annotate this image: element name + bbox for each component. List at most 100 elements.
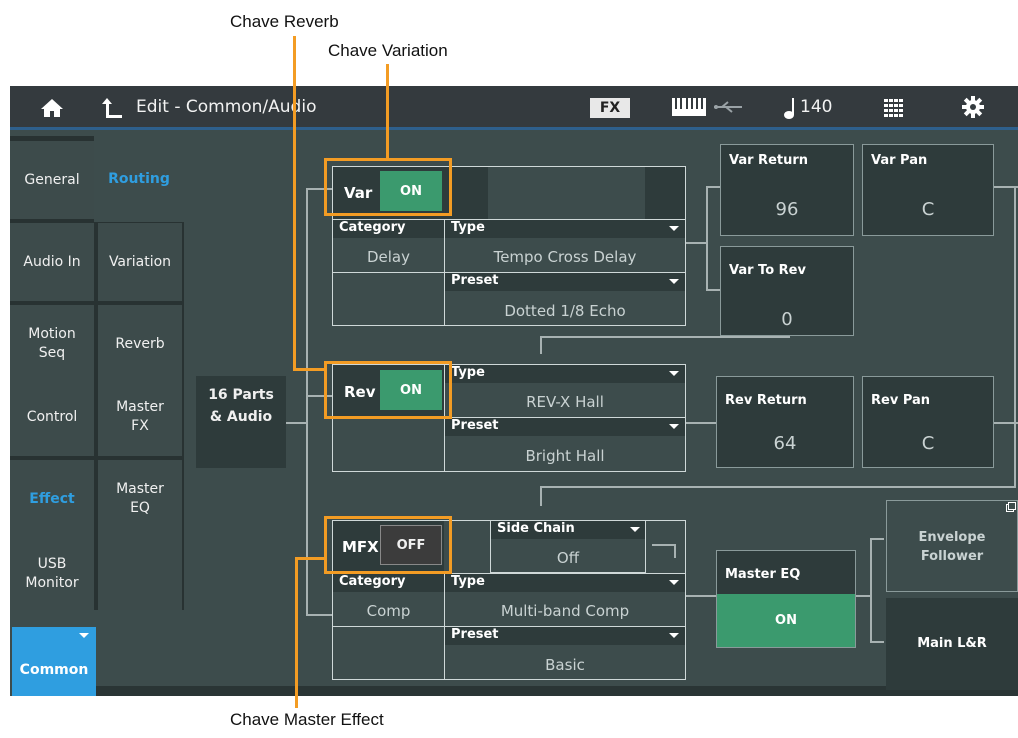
- side-chain-dropdown-icon: [630, 527, 640, 532]
- var-to-rev-panel[interactable]: Var To Rev 0: [720, 246, 854, 336]
- var-type-dropdown-icon: [669, 226, 679, 231]
- mfx-leader-line: [295, 557, 326, 560]
- var-type-header: Type: [445, 220, 685, 238]
- side-chain-header: Side Chain: [491, 521, 645, 539]
- tab-empty: [98, 538, 182, 610]
- tab-routing[interactable]: Routing: [94, 136, 184, 222]
- source-label: 16 Parts & Audio: [208, 387, 274, 425]
- mfx-leader-line: [295, 557, 298, 696]
- route-line: [686, 595, 716, 597]
- reverb-leader-line: [293, 36, 296, 86]
- mfx-category-value[interactable]: Comp: [333, 602, 444, 620]
- rev-preset-dropdown-icon: [669, 424, 679, 429]
- var-preset-dropdown-icon: [669, 279, 679, 284]
- tab-audio-in[interactable]: Audio In: [10, 223, 94, 301]
- usb-icon: [714, 101, 742, 113]
- route-line: [706, 289, 720, 291]
- callout-variation: Chave Variation: [328, 41, 448, 60]
- grid-icon[interactable]: [884, 99, 904, 117]
- mfx-preset-header: Preset: [445, 627, 685, 645]
- route-line: [870, 641, 884, 643]
- synth-screen: Edit - Common/Audio FX 140 General Audio…: [10, 86, 1018, 696]
- var-pan-panel[interactable]: Var Pan C: [862, 144, 994, 236]
- quarter-note-icon: [784, 98, 794, 119]
- tab-variation[interactable]: Variation: [98, 223, 182, 301]
- main-lr-label: Main L&R: [917, 636, 987, 651]
- route-line: [540, 336, 542, 354]
- keyboard-icon: [672, 98, 706, 116]
- var-pan-label: Var Pan: [871, 153, 928, 168]
- route-line: [870, 538, 884, 540]
- route-line: [686, 422, 716, 424]
- variation-leader-line: [386, 64, 389, 86]
- rev-preset-header: Preset: [445, 418, 685, 436]
- route-line: [540, 486, 542, 506]
- var-header-gap: [488, 167, 645, 219]
- route-line: [706, 186, 708, 290]
- tab-control[interactable]: Control: [10, 378, 94, 456]
- var-to-rev-label: Var To Rev: [729, 263, 806, 278]
- route-line: [686, 242, 706, 244]
- rev-type-dropdown-icon: [669, 371, 679, 376]
- route-line: [306, 188, 308, 616]
- rev-return-label: Rev Return: [725, 393, 807, 408]
- mfx-preset-value[interactable]: Basic: [445, 656, 685, 674]
- tab-reverb[interactable]: Reverb: [98, 305, 182, 383]
- var-pan-value: C: [921, 199, 935, 220]
- tempo-value[interactable]: 140: [800, 97, 832, 117]
- top-bar: Edit - Common/Audio FX 140: [10, 86, 1018, 130]
- route-line: [286, 422, 306, 424]
- var-category-header: Category: [333, 220, 444, 238]
- rev-highlight: [324, 361, 452, 419]
- gear-icon[interactable]: [962, 96, 984, 118]
- tab-master-fx[interactable]: Master FX: [98, 378, 182, 456]
- rev-pan-panel[interactable]: Rev Pan C: [862, 376, 994, 468]
- rev-preset-value[interactable]: Bright Hall: [445, 447, 685, 465]
- side-chain-value[interactable]: Off: [491, 549, 645, 567]
- mfx-preset-dropdown-icon: [669, 633, 679, 638]
- rev-return-value: 64: [773, 433, 797, 454]
- route-line: [706, 186, 720, 188]
- tab-master-eq[interactable]: Master EQ: [98, 460, 182, 538]
- tab-effect[interactable]: Effect: [10, 460, 94, 538]
- popup-icon: [1006, 502, 1016, 512]
- rev-pan-label: Rev Pan: [871, 393, 931, 408]
- bottom-strip: [96, 686, 1018, 696]
- route-line: [856, 595, 870, 597]
- tab-motion-seq[interactable]: Motion Seq: [10, 305, 94, 383]
- rev-type-header: Type: [445, 365, 685, 383]
- var-preset-header: Preset: [445, 273, 685, 291]
- mfx-type-value[interactable]: Multi-band Comp: [445, 602, 685, 620]
- home-icon[interactable]: [40, 98, 64, 118]
- master-eq-label: Master EQ: [725, 567, 801, 582]
- callout-master-effect: Chave Master Effect: [230, 710, 384, 729]
- rev-pan-value: C: [921, 433, 935, 454]
- common-dropdown-icon: [79, 633, 89, 638]
- tab-general[interactable]: General: [10, 141, 94, 219]
- var-return-panel[interactable]: Var Return 96: [720, 144, 854, 236]
- back-arrow-icon[interactable]: [102, 97, 124, 119]
- route-line: [540, 336, 790, 338]
- mfx-type-dropdown-icon: [669, 580, 679, 585]
- envelope-follower-label: Envelope Follower: [918, 530, 986, 564]
- mfx-highlight: [324, 516, 452, 574]
- var-to-rev-value: 0: [781, 309, 793, 330]
- mfx-type-header: Type: [445, 574, 685, 592]
- reverb-leader-line: [293, 86, 296, 371]
- route-line: [870, 538, 872, 643]
- tab-usb-monitor[interactable]: USB Monitor: [10, 538, 94, 610]
- var-return-label: Var Return: [729, 153, 809, 168]
- route-line: [540, 486, 1016, 488]
- callout-reverb: Chave Reverb: [230, 12, 339, 31]
- var-category-value[interactable]: Delay: [333, 248, 444, 266]
- var-highlight: [324, 158, 452, 216]
- var-type-value[interactable]: Tempo Cross Delay: [445, 248, 685, 266]
- rev-type-value[interactable]: REV-X Hall: [445, 393, 685, 411]
- master-eq-switch-button[interactable]: ON: [717, 594, 855, 647]
- rev-return-panel[interactable]: Rev Return 64: [716, 376, 854, 468]
- var-preset-value[interactable]: Dotted 1/8 Echo: [445, 302, 685, 320]
- reverb-leader-line: [293, 368, 327, 371]
- variation-leader-line: [386, 86, 389, 160]
- route-line: [306, 614, 332, 616]
- fx-indicator: FX: [590, 98, 630, 118]
